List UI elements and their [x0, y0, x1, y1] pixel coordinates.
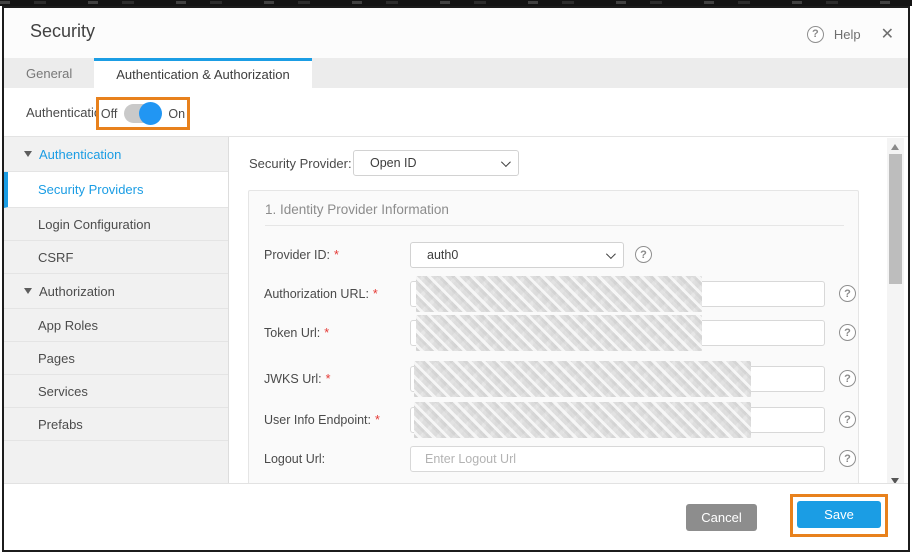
field-label: Authorization URL: [264, 287, 369, 301]
toggle-off-label: Off [101, 107, 117, 121]
sidebar-item-security-providers[interactable]: Security Providers [4, 172, 228, 208]
required-marker: * [324, 326, 329, 340]
sidebar-item-prefabs[interactable]: Prefabs [4, 408, 228, 441]
section-title: 1. Identity Provider Information [265, 202, 449, 217]
field-row-token-url: Token Url: * ? [249, 320, 860, 346]
field-help-icon[interactable]: ? [839, 411, 856, 428]
scrollbar-thumb[interactable] [889, 154, 902, 284]
sidebar-item-app-roles[interactable]: App Roles [4, 309, 228, 342]
chevron-down-icon [501, 157, 511, 167]
sidebar-item-label: Login Configuration [38, 217, 151, 232]
logout-url-input[interactable] [410, 446, 825, 472]
provider-id-value: auth0 [427, 248, 458, 262]
tab-bar: General Authentication & Authorization [4, 58, 908, 88]
sidebar-item-login-configuration[interactable]: Login Configuration [4, 208, 228, 241]
toggle-knob [139, 102, 162, 125]
security-provider-value: Open ID [370, 156, 417, 170]
field-row-jwks-url: JWKS Url: * ? [249, 366, 860, 392]
tab-general[interactable]: General [4, 58, 94, 88]
sidebar-group-authorization[interactable]: Authorization [4, 274, 228, 309]
dialog-footer: Cancel Save [4, 483, 908, 550]
caret-down-icon [24, 288, 32, 294]
dialog-header: Security ? Help ✕ [4, 8, 908, 58]
sidebar-group-authentication[interactable]: Authentication [4, 137, 228, 172]
sidebar-item-label: Services [38, 384, 88, 399]
toggle-on-label: On [168, 107, 185, 121]
redacted-value-overlay [414, 402, 751, 438]
save-button[interactable]: Save [797, 501, 881, 528]
field-help-icon[interactable]: ? [839, 450, 856, 467]
field-row-user-info-endpoint: User Info Endpoint: * ? [249, 407, 860, 433]
sidebar-item-label: Prefabs [38, 417, 83, 432]
required-marker: * [375, 413, 380, 427]
caret-down-icon [24, 151, 32, 157]
field-label: User Info Endpoint: [264, 413, 371, 427]
tab-authentication-authorization[interactable]: Authentication & Authorization [94, 58, 311, 88]
security-provider-label: Security Provider: [249, 156, 352, 171]
field-row-provider-id: Provider ID: * auth0 ? [249, 242, 860, 268]
section-divider [265, 225, 844, 226]
sidebar-item-services[interactable]: Services [4, 375, 228, 408]
security-dialog: Security ? Help ✕ General Authentication… [2, 6, 910, 552]
field-label: Token Url: [264, 326, 320, 340]
help-label[interactable]: Help [834, 27, 861, 42]
provider-id-select[interactable]: auth0 [410, 242, 624, 268]
settings-sidebar: Authentication Security Providers Login … [4, 137, 229, 491]
field-label: JWKS Url: [264, 372, 322, 386]
authentication-toggle[interactable] [124, 104, 161, 123]
required-marker: * [326, 372, 331, 386]
cancel-button[interactable]: Cancel [686, 504, 757, 531]
redacted-value-overlay [414, 361, 751, 397]
identity-provider-section: 1. Identity Provider Information Provide… [248, 190, 859, 491]
field-help-icon[interactable]: ? [839, 285, 856, 302]
redacted-value-overlay [416, 315, 702, 351]
sidebar-group-label: Authorization [39, 284, 115, 299]
sidebar-item-label: Pages [38, 351, 75, 366]
required-marker: * [334, 248, 339, 262]
required-marker: * [373, 287, 378, 301]
redacted-value-overlay [416, 276, 702, 312]
sidebar-item-pages[interactable]: Pages [4, 342, 228, 375]
authentication-toggle-row: Authentication: Off On [4, 88, 908, 137]
sidebar-item-label: CSRF [38, 250, 73, 265]
scroll-up-icon[interactable] [891, 144, 899, 150]
security-provider-select[interactable]: Open ID [353, 150, 519, 176]
dialog-body: Authentication Security Providers Login … [4, 137, 908, 491]
field-help-icon[interactable]: ? [839, 370, 856, 387]
security-providers-panel: Security Provider: Open ID 1. Identity P… [229, 137, 908, 491]
security-provider-row: Security Provider: Open ID [229, 137, 908, 189]
close-icon[interactable]: ✕ [881, 24, 894, 44]
field-row-authorization-url: Authorization URL: * ? [249, 281, 860, 307]
sidebar-group-label: Authentication [39, 147, 121, 162]
sidebar-item-csrf[interactable]: CSRF [4, 241, 228, 274]
dialog-title: Security [30, 21, 95, 42]
field-label: Logout Url: [264, 452, 325, 466]
chevron-down-icon [606, 249, 616, 259]
page: Security ? Help ✕ General Authentication… [0, 0, 912, 556]
field-help-icon[interactable]: ? [635, 246, 652, 263]
highlight-box-toggle: Off On [96, 97, 190, 130]
field-row-logout-url: Logout Url: ? [249, 446, 860, 472]
sidebar-item-label: Security Providers [38, 182, 143, 197]
field-help-icon[interactable]: ? [839, 324, 856, 341]
sidebar-item-label: App Roles [38, 318, 98, 333]
field-label: Provider ID: [264, 248, 330, 262]
vertical-scrollbar[interactable] [887, 138, 904, 490]
help-icon[interactable]: ? [807, 26, 824, 43]
